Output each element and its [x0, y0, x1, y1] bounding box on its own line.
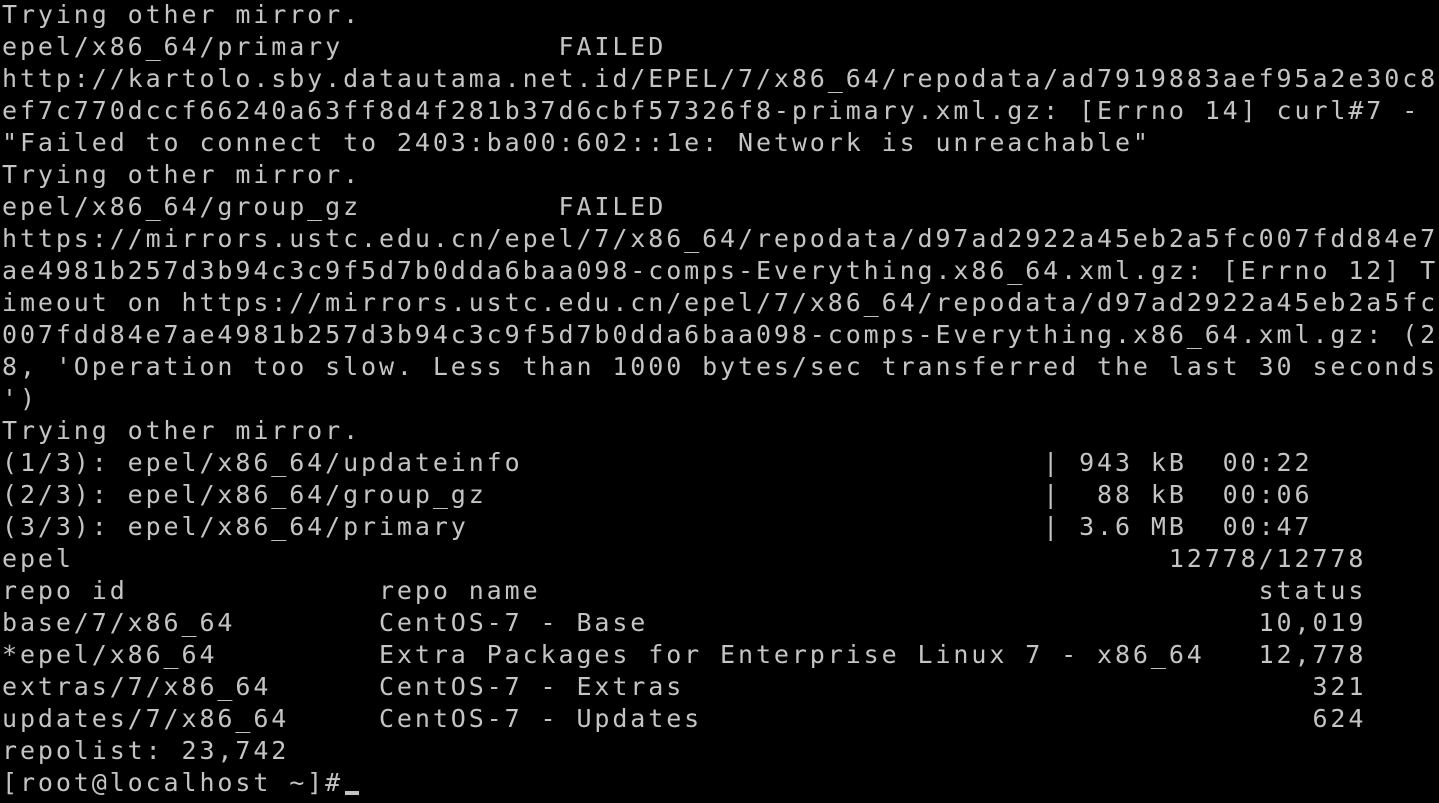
shell-prompt-line[interactable]: [root@localhost ~]# [2, 767, 1439, 799]
terminal-line: epel 12778/12778 [2, 544, 1367, 573]
terminal-line: 007fdd84e7ae4981b257d3b94c3c9f5d7b0dda6b… [2, 320, 1439, 349]
repolist-row: updates/7/x86_64 CentOS-7 - Updates 624 [2, 704, 1367, 733]
terminal-line: Trying other mirror. [2, 416, 362, 445]
terminal-line: https://mirrors.ustc.edu.cn/epel/7/x86_6… [2, 224, 1439, 253]
repolist-row: extras/7/x86_64 CentOS-7 - Extras 321 [2, 672, 1367, 701]
repolist-row: base/7/x86_64 CentOS-7 - Base 10,019 [2, 608, 1367, 637]
download-progress-line: (1/3): epel/x86_64/updateinfo | 943 kB 0… [2, 448, 1313, 477]
repolist-total: repolist: 23,742 [2, 736, 290, 765]
shell-prompt: [root@localhost ~]# [2, 768, 344, 797]
terminal-line: ae4981b257d3b94c3c9f5d7b0dda6baa098-comp… [2, 256, 1439, 285]
text-cursor [345, 791, 360, 795]
terminal-line: ') [2, 384, 38, 413]
download-progress-line: (2/3): epel/x86_64/group_gz | 88 kB 00:0… [2, 480, 1313, 509]
terminal-line: http://kartolo.sby.datautama.net.id/EPEL… [2, 64, 1439, 93]
terminal-line: epel/x86_64/primary FAILED [2, 32, 667, 61]
terminal-screen[interactable]: Trying other mirror. epel/x86_64/primary… [0, 0, 1439, 803]
terminal-line: Trying other mirror. [2, 0, 362, 29]
terminal-line: ef7c770dccf66240a63ff8d4f281b37d6cbf5732… [2, 96, 1421, 125]
download-progress-line: (3/3): epel/x86_64/primary | 3.6 MB 00:4… [2, 512, 1313, 541]
terminal-line: Trying other mirror. [2, 160, 362, 189]
repolist-row: *epel/x86_64 Extra Packages for Enterpri… [2, 640, 1367, 669]
repolist-header: repo id repo name status [2, 576, 1367, 605]
terminal-line: "Failed to connect to 2403:ba00:602::1e:… [2, 128, 1151, 157]
terminal-line: epel/x86_64/group_gz FAILED [2, 192, 667, 221]
terminal-line: imeout on https://mirrors.ustc.edu.cn/ep… [2, 288, 1439, 317]
terminal-line: 8, 'Operation too slow. Less than 1000 b… [2, 352, 1439, 381]
